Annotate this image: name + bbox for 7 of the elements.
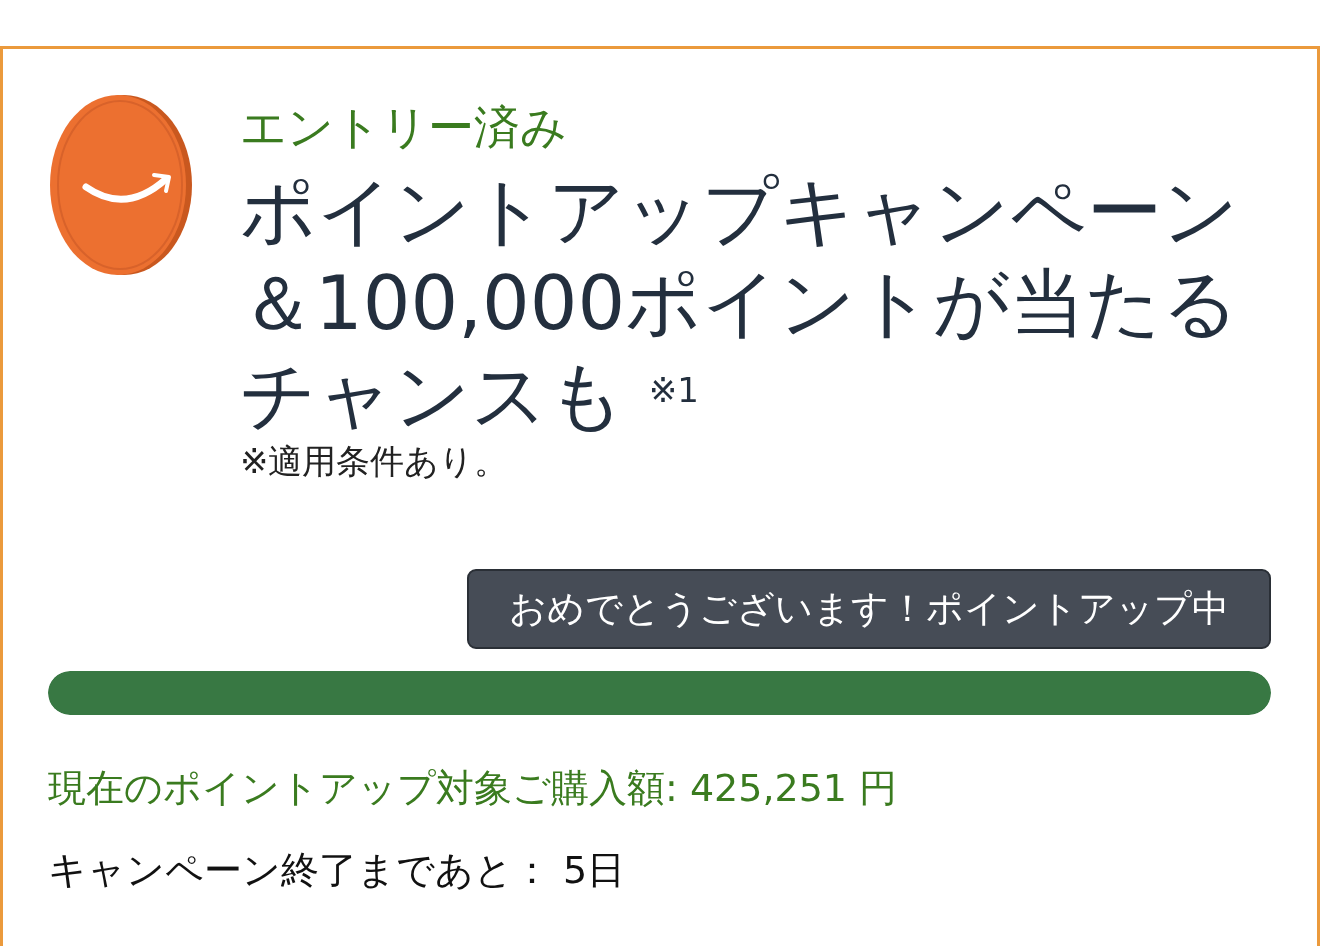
coin-icon (48, 95, 192, 275)
conditions-note: ※適用条件あり。 (240, 441, 509, 481)
time-remaining: キャンペーン終了まであと： 5日 (48, 847, 626, 893)
entry-status: エントリー済み (240, 99, 567, 156)
status-message: おめでとうございます！ポイントアップ中 (467, 569, 1271, 649)
purchase-amount: 現在のポイントアップ対象ご購入額: 425,251 円 (48, 765, 898, 811)
campaign-title: ポイントアップキャンペーン＆100,000ポイントが当たるチャンスも $^{※1}$ (240, 166, 1241, 441)
